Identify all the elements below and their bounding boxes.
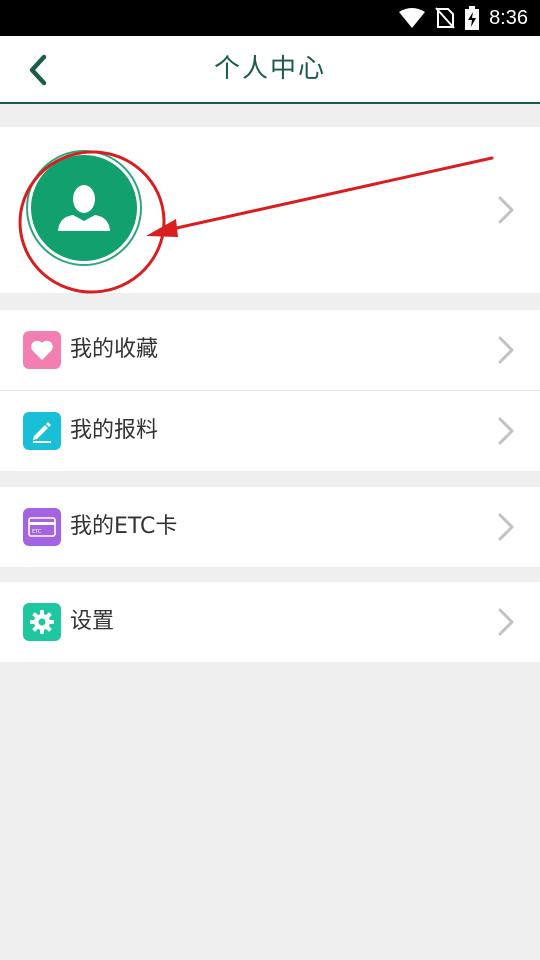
status-bar: 8:36 (0, 0, 540, 36)
menu-item-label: 我的报料 (70, 418, 159, 443)
wifi-icon (399, 8, 426, 28)
user-avatar-icon (58, 185, 110, 231)
heart-icon (23, 331, 61, 369)
chevron-right-icon (498, 608, 514, 636)
page-title: 个人中心 (213, 54, 326, 84)
menu-item-reports[interactable]: 我的报料 (0, 391, 540, 471)
gear-icon (23, 603, 61, 641)
chevron-right-icon (498, 336, 514, 364)
battery-charging-icon (465, 6, 480, 30)
menu-item-etc-card[interactable]: ETC 我的ETC卡 (0, 487, 540, 567)
menu-item-favorites[interactable]: 我的收藏 (0, 310, 540, 390)
chevron-right-icon (498, 417, 514, 445)
chevron-right-icon (498, 196, 514, 224)
menu-item-label: 我的ETC卡 (70, 514, 178, 539)
chevron-right-icon (498, 513, 514, 541)
profile-card[interactable] (0, 127, 540, 293)
status-time: 8:36 (489, 6, 528, 29)
avatar[interactable] (31, 155, 137, 261)
card-icon: ETC (23, 508, 61, 546)
svg-text:ETC: ETC (32, 529, 42, 535)
chevron-left-icon (29, 54, 47, 86)
menu-item-label: 设置 (70, 609, 115, 634)
no-sim-icon (435, 7, 455, 29)
menu-item-settings[interactable]: 设置 (0, 582, 540, 662)
back-button[interactable] (18, 48, 62, 92)
header: 个人中心 (0, 36, 540, 104)
menu-item-label: 我的收藏 (70, 337, 159, 362)
pencil-icon (23, 412, 61, 450)
